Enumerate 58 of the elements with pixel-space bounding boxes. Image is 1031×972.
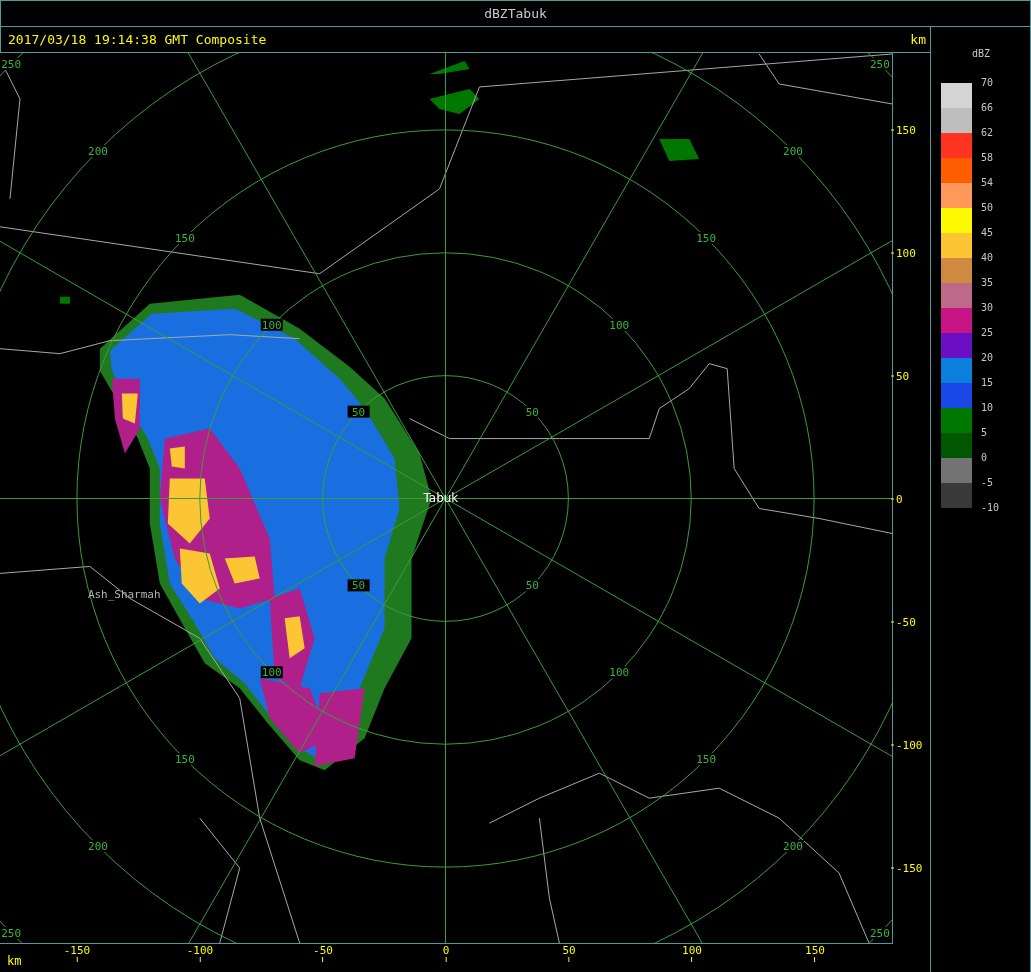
legend-label: 10	[981, 402, 994, 415]
axis-tick-label: -150	[896, 861, 923, 875]
legend-label: -5	[981, 477, 994, 490]
axis-tick-label: -50	[896, 615, 916, 629]
range-ring-label: 200	[783, 840, 803, 853]
axis-tick-label: -50	[313, 944, 333, 957]
timestamp-label: 2017/03/18 19:14:38 GMT Composite	[8, 32, 267, 47]
legend-label: 50	[981, 202, 994, 215]
window-title: dBZTabuk	[0, 0, 1031, 27]
legend-label: -10	[981, 502, 1000, 515]
legend-label: 5	[981, 427, 988, 440]
range-ring-label: 50	[352, 579, 366, 593]
range-ring-label: 50	[352, 405, 366, 419]
axis-tick-label: 150	[896, 123, 916, 137]
axis-tick-label: 100	[896, 246, 916, 260]
unit-label: km	[910, 32, 926, 47]
axis-unit-label: km	[7, 954, 22, 968]
range-ring-label: 100	[261, 318, 282, 332]
axis-tick-label: -100	[186, 944, 214, 957]
axis-tick-label: 0	[442, 944, 450, 957]
legend-label: 30	[981, 302, 994, 315]
range-ring-label: 150	[174, 753, 195, 767]
range-ring-label: 100	[609, 666, 630, 680]
legend-title: dBZ	[972, 48, 991, 59]
legend-label: 66	[981, 102, 994, 115]
legend-label: 15	[981, 377, 994, 390]
range-ring-label: 200	[88, 145, 108, 158]
range-ring-label: 200	[88, 840, 108, 853]
axis-tick-label: 0	[896, 492, 903, 506]
legend-label: 70	[981, 77, 994, 90]
axis-tick-label: 100	[682, 944, 702, 957]
range-ring-label: 250	[1, 926, 22, 940]
axis-tick-label: 50	[896, 369, 910, 383]
range-ring-label: 150	[696, 753, 717, 767]
legend-label: 45	[981, 227, 994, 240]
range-ring-label: 250	[869, 58, 890, 72]
legend-label: 62	[981, 127, 994, 140]
legend-label: 0	[981, 452, 988, 465]
range-ring-label: 200	[783, 145, 803, 158]
axis-tick-label: -150	[63, 944, 91, 957]
legend-label: 25	[981, 327, 994, 340]
axis-tick-label: 150	[805, 944, 825, 957]
range-ring-label: 250	[1, 58, 22, 72]
range-ring-label: 100	[609, 318, 630, 332]
range-ring-label: 50	[525, 579, 539, 593]
axis-tick-label: -100	[896, 738, 923, 752]
range-ring-label: 250	[869, 926, 890, 940]
axis-tick-label: 50	[562, 944, 576, 957]
legend-label: 35	[981, 277, 994, 290]
range-ring-label: 100	[261, 666, 282, 680]
legend-label: 54	[981, 177, 994, 190]
legend-label: 58	[981, 152, 994, 165]
legend-label: 20	[981, 352, 994, 365]
place-label: Tabuk	[423, 491, 459, 506]
range-ring-label: 150	[696, 231, 717, 245]
range-ring-label: 150	[174, 231, 195, 245]
range-ring-label: 50	[525, 405, 539, 419]
legend-label: 40	[981, 252, 994, 265]
